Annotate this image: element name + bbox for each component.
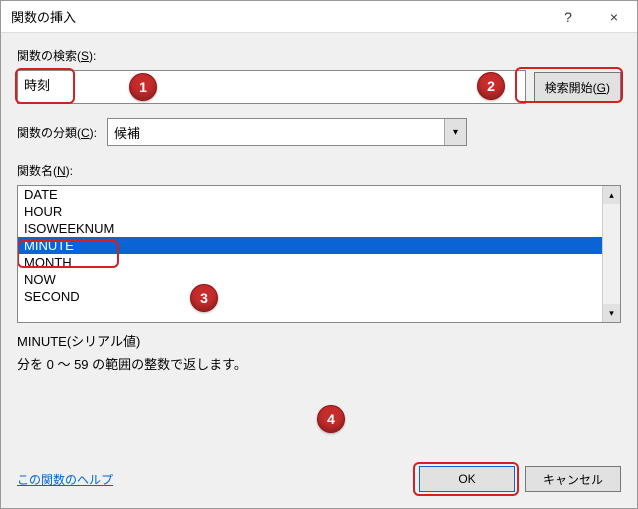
dialog-content: 関数の検索(S): 時刻 検索開始(G) 1 2 関数の分類(C): 候補 ▾ … — [1, 33, 637, 454]
category-select[interactable]: 候補 ▾ — [107, 118, 467, 146]
help-button[interactable]: ? — [545, 1, 591, 33]
list-item[interactable]: MONTH — [18, 254, 602, 271]
cancel-button[interactable]: キャンセル — [525, 466, 621, 492]
insert-function-dialog: 関数の挿入 ? × 関数の検索(S): 時刻 検索開始(G) 1 2 関数の分類… — [0, 0, 638, 509]
scrollbar[interactable]: ▴ ▾ — [602, 186, 620, 322]
function-listbox[interactable]: DATEHOURISOWEEKNUMMINUTEMONTHNOWSECOND ▴… — [17, 185, 621, 323]
search-label: 関数の検索(S): — [17, 47, 621, 64]
search-go-button[interactable]: 検索開始(G) — [534, 72, 621, 102]
list-item[interactable]: ISOWEEKNUM — [18, 220, 602, 237]
list-item[interactable]: DATE — [18, 186, 602, 203]
category-label: 関数の分類(C): — [17, 124, 97, 141]
close-button[interactable]: × — [591, 1, 637, 33]
scroll-up-icon[interactable]: ▴ — [603, 186, 620, 204]
function-description: 分を 0 ～ 59 の範囲の整数で返します。 — [17, 354, 621, 373]
function-signature: MINUTE(シリアル値) — [17, 331, 621, 350]
list-item[interactable]: MINUTE — [18, 237, 602, 254]
category-row: 関数の分類(C): 候補 ▾ — [17, 118, 621, 146]
list-item[interactable]: SECOND — [18, 288, 602, 305]
listbox-content: DATEHOURISOWEEKNUMMINUTEMONTHNOWSECOND — [18, 186, 602, 322]
list-item[interactable]: HOUR — [18, 203, 602, 220]
chevron-down-icon: ▾ — [444, 119, 466, 145]
dialog-title: 関数の挿入 — [11, 7, 545, 26]
scroll-down-icon[interactable]: ▾ — [603, 304, 620, 322]
spacer: 4 — [17, 383, 621, 454]
function-help-link[interactable]: この関数のヘルプ — [17, 471, 409, 488]
ok-button[interactable]: OK — [419, 466, 515, 492]
list-item[interactable]: NOW — [18, 271, 602, 288]
list-label: 関数名(N): — [17, 162, 621, 179]
scroll-track[interactable] — [603, 204, 620, 304]
dialog-footer: この関数のヘルプ OK キャンセル — [1, 454, 637, 508]
category-select-value: 候補 — [107, 118, 467, 146]
search-row: 時刻 検索開始(G) 1 2 — [17, 70, 621, 104]
titlebar: 関数の挿入 ? × — [1, 1, 637, 33]
annotation-badge-4: 4 — [317, 405, 345, 433]
search-input[interactable]: 時刻 — [17, 70, 526, 104]
